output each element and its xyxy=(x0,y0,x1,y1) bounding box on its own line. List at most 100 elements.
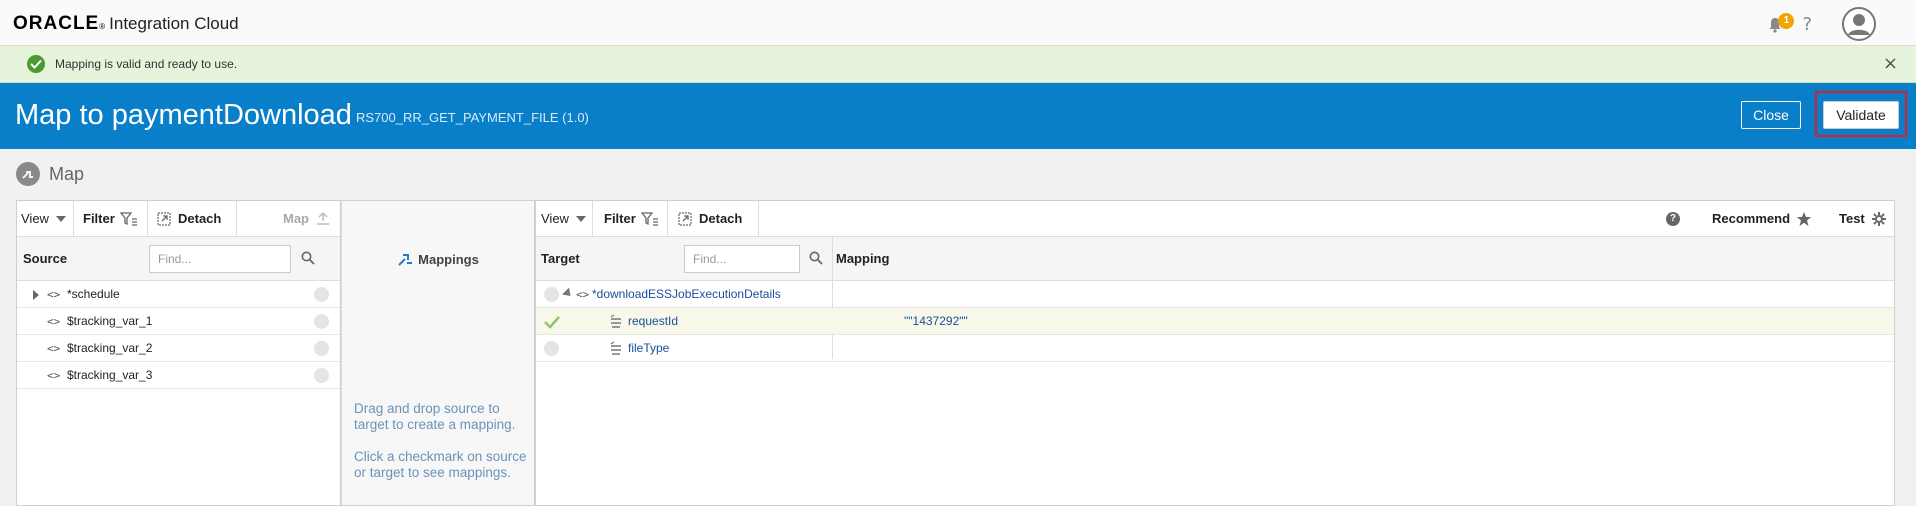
target-toolbar: View Filter Detach ? Recommend Test xyxy=(536,201,1894,237)
source-filter-button[interactable]: Filter xyxy=(83,201,138,237)
attribute-icon xyxy=(610,341,621,355)
source-item-label: $tracking_var_2 xyxy=(67,341,153,355)
view-label: View xyxy=(21,211,49,226)
brand-name: ORACLE xyxy=(13,13,100,34)
mappings-panel: Mappings Drag and drop source to target … xyxy=(341,200,535,506)
target-view-menu[interactable]: View xyxy=(541,201,586,237)
test-button[interactable]: Test xyxy=(1839,201,1887,237)
chevron-down-icon xyxy=(575,216,586,222)
target-column-header: Target Find... Mapping xyxy=(536,237,1894,281)
notification-badge: 1 xyxy=(1778,13,1795,29)
target-filter-button[interactable]: Filter xyxy=(604,201,659,237)
mapping-column-label: Mapping xyxy=(836,251,890,266)
help-circle-icon: ? xyxy=(1666,212,1680,226)
brand-registered-mark: ® xyxy=(99,22,106,31)
element-icon: <> xyxy=(47,315,61,328)
detach-label: Detach xyxy=(699,211,743,226)
source-column-header: Source Find... xyxy=(17,237,340,281)
target-item-label: fileType xyxy=(628,341,670,355)
success-check-icon xyxy=(27,55,45,73)
detach-label: Detach xyxy=(178,211,222,226)
source-column-label: Source xyxy=(23,251,68,266)
mapping-status-dot[interactable] xyxy=(314,287,329,302)
source-item-label: $tracking_var_3 xyxy=(67,368,153,382)
banner-message: Mapping is valid and ready to use. xyxy=(55,57,238,71)
element-icon: <> xyxy=(576,288,590,301)
detach-icon xyxy=(157,212,171,226)
target-panel: View Filter Detach ? Recommend Test Targ… xyxy=(535,200,1895,506)
source-row[interactable]: <> *schedule xyxy=(17,281,340,308)
mapping-status-dot[interactable] xyxy=(314,368,329,383)
source-search-input[interactable]: Find... xyxy=(149,245,291,273)
close-icon[interactable]: × xyxy=(1883,53,1898,74)
recommend-button[interactable]: Recommend xyxy=(1712,201,1812,237)
mapping-status-dot[interactable] xyxy=(544,287,559,302)
source-view-menu[interactable]: View xyxy=(21,201,66,237)
target-detach-button[interactable]: Detach xyxy=(678,201,742,237)
source-item-label: $tracking_var_1 xyxy=(67,314,153,328)
mapper-header: Map to paymentDownload RS700_RR_GET_PAYM… xyxy=(0,83,1916,149)
source-item-label: *schedule xyxy=(67,287,120,301)
target-search-input[interactable]: Find... xyxy=(684,245,800,273)
element-icon: <> xyxy=(47,288,61,301)
star-icon xyxy=(1797,212,1812,226)
source-panel: View Filter Detach Map Source Find... <>… xyxy=(16,200,341,506)
mappings-header: Mappings xyxy=(342,237,534,281)
mappings-icon xyxy=(398,254,413,266)
filter-label: Filter xyxy=(83,211,115,226)
expand-arrow-icon[interactable] xyxy=(33,290,39,300)
detach-icon xyxy=(678,212,692,226)
map-button-label: Map xyxy=(283,211,309,226)
view-label: View xyxy=(541,211,569,226)
target-row[interactable]: fileType xyxy=(536,335,1894,362)
target-item-label: requestId xyxy=(628,314,679,328)
element-icon: <> xyxy=(47,342,61,355)
search-icon[interactable] xyxy=(809,251,823,265)
page-title: Map to paymentDownload xyxy=(15,99,352,131)
mapping-status-dot[interactable] xyxy=(314,314,329,329)
source-row[interactable]: <> $tracking_var_1 xyxy=(17,308,340,335)
target-help-button[interactable]: ? xyxy=(1666,201,1680,237)
app-topbar: ORACLE ® Integration Cloud 1 ? xyxy=(0,0,1916,46)
source-detach-button[interactable]: Detach xyxy=(157,201,221,237)
oracle-logo[interactable]: ORACLE ® Integration Cloud xyxy=(13,13,239,35)
mappings-help-drag: Drag and drop source to target to create… xyxy=(354,401,516,432)
source-row[interactable]: <> $tracking_var_2 xyxy=(17,335,340,362)
notifications-button[interactable]: 1 xyxy=(1762,9,1795,39)
help-icon[interactable]: ? xyxy=(1802,14,1812,35)
search-icon[interactable] xyxy=(301,251,315,265)
mappings-title: Mappings xyxy=(418,251,479,267)
target-column-label: Target xyxy=(541,251,580,266)
mapping-status-dot[interactable] xyxy=(544,341,559,356)
mappings-help-click: Click a checkmark on source or target to… xyxy=(354,449,527,480)
filter-icon xyxy=(119,212,137,226)
close-button[interactable]: Close xyxy=(1741,101,1801,129)
chevron-down-icon xyxy=(55,216,66,222)
element-icon: <> xyxy=(47,369,61,382)
map-icon xyxy=(16,162,40,186)
mapping-expression[interactable]: ""1437292"" xyxy=(904,314,968,328)
validate-button[interactable]: Validate xyxy=(1823,101,1899,129)
collapse-arrow-icon[interactable] xyxy=(561,287,575,300)
product-name: Integration Cloud xyxy=(109,14,239,33)
target-row[interactable]: requestId ""1437292"" xyxy=(536,308,1894,335)
source-toolbar: View Filter Detach Map xyxy=(17,201,340,237)
recommend-label: Recommend xyxy=(1712,211,1791,226)
mapped-check-icon[interactable] xyxy=(544,315,560,329)
target-item-label: *downloadESSJobExecutionDetails xyxy=(592,287,781,301)
filter-label: Filter xyxy=(604,211,636,226)
gear-icon xyxy=(1871,212,1886,226)
mapping-status-dot[interactable] xyxy=(314,341,329,356)
map-section-label: Map xyxy=(49,163,85,184)
map-section-heading: Map xyxy=(16,162,84,186)
source-row[interactable]: <> $tracking_var_3 xyxy=(17,362,340,389)
test-label: Test xyxy=(1839,211,1865,226)
target-row[interactable]: <> *downloadESSJobExecutionDetails xyxy=(536,281,1894,308)
attribute-icon xyxy=(610,314,621,328)
integration-name: RS700_RR_GET_PAYMENT_FILE (1.0) xyxy=(356,110,589,125)
source-map-button[interactable]: Map xyxy=(283,201,331,237)
map-link-icon xyxy=(317,211,329,225)
filter-icon xyxy=(640,212,658,226)
success-banner: Mapping is valid and ready to use. × xyxy=(0,46,1916,83)
user-avatar-icon[interactable] xyxy=(1842,7,1876,41)
